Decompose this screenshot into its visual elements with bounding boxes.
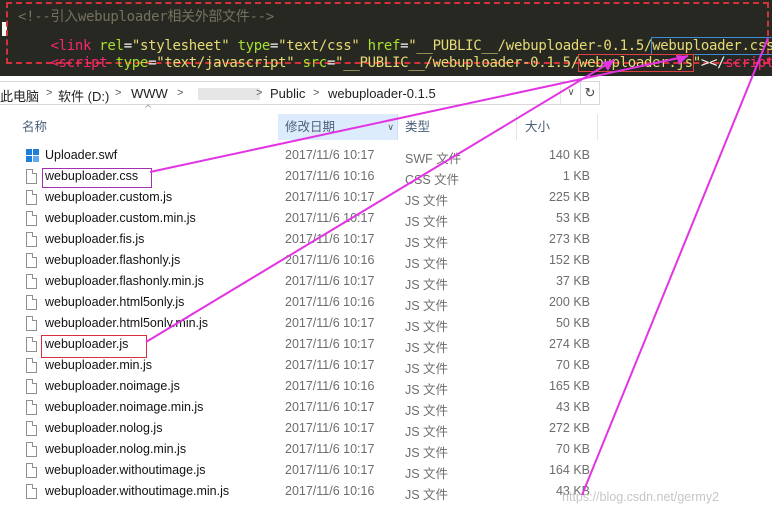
arrow-css-to-code (149, 55, 689, 173)
arrow-bottom-to-code (581, 37, 769, 496)
watermark-text: https://blog.csdn.net/germy2 (562, 490, 720, 504)
arrow-css-head (676, 55, 688, 65)
arrow-js-to-code (145, 59, 615, 343)
annotation-arrows (145, 37, 769, 496)
